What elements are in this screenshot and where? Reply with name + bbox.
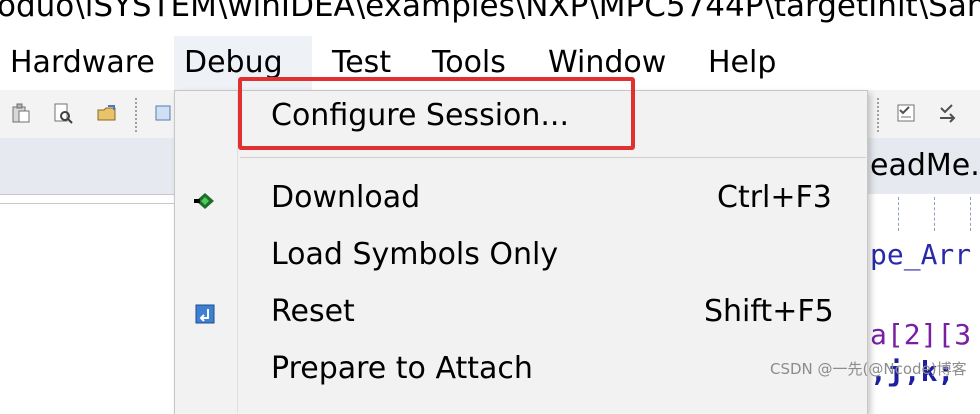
reset-shortcut: Shift+F5 [704,294,834,329]
menu-item-reset[interactable]: Reset [271,294,355,329]
find-in-file-icon[interactable] [52,102,74,124]
code-line: a[2][3 [870,318,972,351]
paste-icon[interactable] [10,102,32,124]
indent-guide [934,197,935,231]
menu-icon-gutter [175,91,238,413]
menu-item-prepare-to-attach[interactable]: Prepare to Attach [271,351,533,386]
title-path: oduo\iSYSTEM\winIDEA\examples\NXP\MPC574… [0,0,980,24]
left-panel-field[interactable] [0,203,175,255]
menu-item-load-symbols-only[interactable]: Load Symbols Only [271,237,558,272]
menu-help[interactable]: Help [698,36,786,90]
editor-tab-readme[interactable]: eadMe.t [870,148,980,183]
highlight-annotation-box [238,77,635,150]
watermark: CSDN @一先(@Ncode)博客 [770,360,967,378]
download-shortcut: Ctrl+F3 [717,180,832,215]
checklist-icon[interactable] [895,102,917,124]
indent-guide [970,197,971,231]
menu-item-download[interactable]: Download [271,180,420,215]
title-bar: oduo\iSYSTEM\winIDEA\examples\NXP\MPC574… [0,0,980,36]
menu-separator [240,157,866,158]
toolbar-partial-icon[interactable] [152,102,174,124]
open-folder-icon[interactable] [96,102,118,124]
toolbar-separator [877,98,879,132]
reset-icon [194,303,216,325]
checklist-arrow-icon[interactable] [937,102,959,124]
left-panel-body [0,254,175,413]
toolbar-separator [135,98,137,132]
left-panel-header [0,138,175,195]
download-icon [194,190,216,212]
code-line: pe_Arr [870,238,972,271]
menu-hardware[interactable]: Hardware [0,36,165,90]
indent-guide [898,197,899,231]
